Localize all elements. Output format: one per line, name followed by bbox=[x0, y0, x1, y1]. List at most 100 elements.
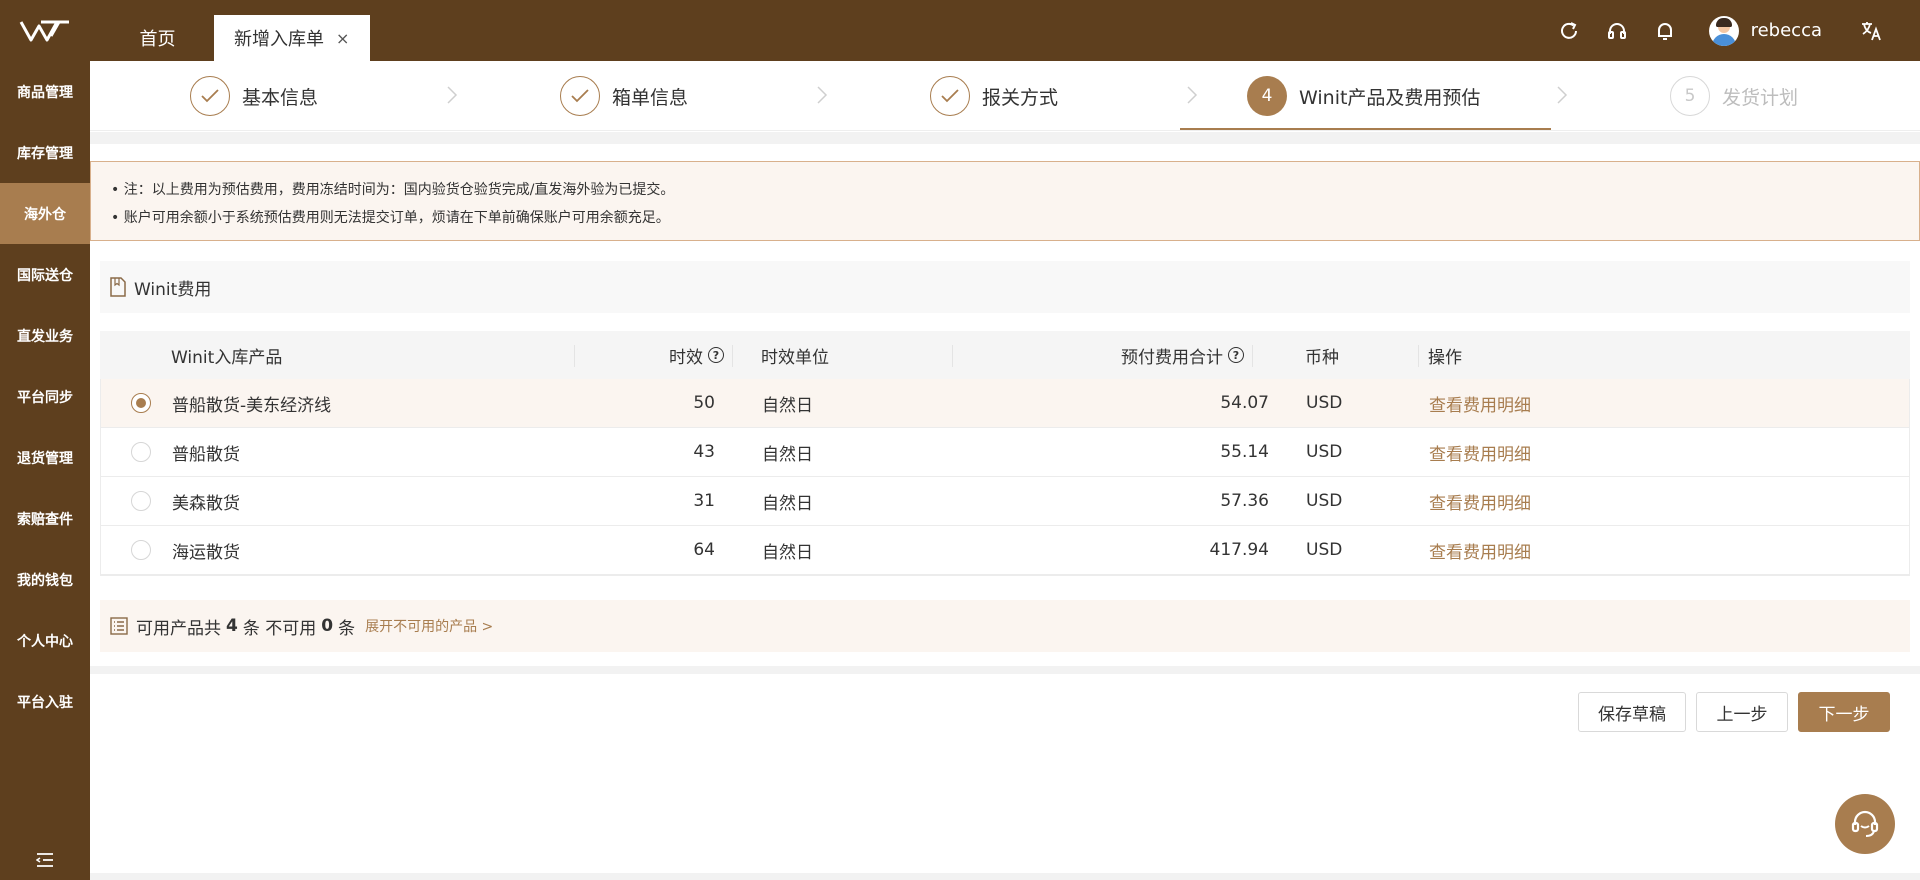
duration-value: 50 bbox=[693, 393, 715, 413]
duration-unit: 自然日 bbox=[762, 493, 813, 514]
step-label: Winit产品及费用预估 bbox=[1299, 86, 1481, 109]
total-fee: 54.07 bbox=[1220, 393, 1269, 413]
sidebar-item-platform-onboarding[interactable]: 平台入驻 bbox=[0, 671, 90, 732]
table-row[interactable]: 美森散货 31 自然日 57.36 USD 查看费用明细 bbox=[101, 477, 1909, 526]
sidebar-item-claims[interactable]: 索赔查件 bbox=[0, 488, 90, 549]
headset-icon[interactable] bbox=[1593, 20, 1641, 42]
product-name: 海运散货 bbox=[172, 542, 240, 563]
chevron-right-icon bbox=[1557, 86, 1568, 104]
sidebar-item-wallet[interactable]: 我的钱包 bbox=[0, 549, 90, 610]
tab-home[interactable]: 首页 bbox=[110, 15, 205, 61]
product-name: 美森散货 bbox=[172, 493, 240, 514]
column-header: 操作 bbox=[1428, 347, 1462, 368]
tab-home-label: 首页 bbox=[139, 29, 176, 50]
check-icon bbox=[560, 76, 600, 116]
customer-service-button[interactable] bbox=[1835, 794, 1895, 854]
total-fee: 417.94 bbox=[1209, 540, 1269, 560]
step-label: 基本信息 bbox=[242, 86, 319, 109]
duration-unit: 自然日 bbox=[762, 542, 813, 563]
summary-mid: 条 不可用 bbox=[242, 618, 317, 639]
column-header: 时效单位 bbox=[761, 347, 829, 368]
notice-box: • 注：以上费用为预估费用，费用冻结时间为：国内验货仓验货完成/直发海外验为已提… bbox=[90, 161, 1920, 241]
step-packing-info[interactable]: 箱单信息 bbox=[560, 61, 688, 131]
sidebar-item-label: 平台同步 bbox=[17, 389, 73, 406]
check-icon bbox=[190, 76, 230, 116]
radio-button[interactable] bbox=[131, 491, 151, 511]
table-row[interactable]: 海运散货 64 自然日 417.94 USD 查看费用明细 bbox=[101, 526, 1909, 575]
username: rebecca bbox=[1750, 20, 1822, 41]
duration-value: 64 bbox=[693, 540, 715, 560]
close-icon[interactable]: × bbox=[336, 29, 349, 48]
step-basic-info[interactable]: 基本信息 bbox=[190, 61, 318, 131]
tab-new-inbound[interactable]: 新增入库单 × bbox=[214, 15, 370, 61]
user-menu[interactable]: rebecca bbox=[1708, 15, 1822, 46]
table-header: Winit入库产品 时效 ? 时效单位 预付费用合计 ? 币种 操作 bbox=[100, 331, 1910, 379]
sidebar-item-label: 退货管理 bbox=[17, 450, 73, 467]
collapse-menu-icon[interactable] bbox=[0, 852, 90, 868]
product-table: Winit入库产品 时效 ? 时效单位 预付费用合计 ? 币种 操作 普船散货-… bbox=[100, 331, 1910, 576]
step-winit-product-fee[interactable]: 4 Winit产品及费用预估 bbox=[1247, 61, 1480, 131]
help-icon[interactable]: ? bbox=[1228, 347, 1244, 363]
duration-unit: 自然日 bbox=[762, 395, 813, 416]
column-header: 币种 bbox=[1305, 347, 1339, 368]
customer-service-icon bbox=[1851, 810, 1879, 837]
column-divider bbox=[1252, 345, 1253, 367]
sidebar-item-returns[interactable]: 退货管理 bbox=[0, 427, 90, 488]
currency: USD bbox=[1306, 491, 1343, 511]
language-icon[interactable] bbox=[1848, 20, 1896, 42]
document-icon bbox=[110, 277, 126, 297]
expand-unavailable-link[interactable]: 展开不可用的产品 > bbox=[365, 616, 493, 636]
bell-icon[interactable] bbox=[1641, 20, 1689, 42]
sidebar-item-direct-shipping[interactable]: 直发业务 bbox=[0, 305, 90, 366]
sidebar-item-label: 海外仓 bbox=[24, 206, 66, 223]
top-bar: 首页 新增入库单 × rebecca bbox=[0, 0, 1920, 61]
sidebar-item-platform-sync[interactable]: 平台同步 bbox=[0, 366, 90, 427]
column-divider bbox=[952, 345, 953, 367]
radio-button[interactable] bbox=[131, 393, 151, 413]
next-step-button[interactable]: 下一步 bbox=[1798, 692, 1890, 732]
check-icon bbox=[930, 76, 970, 116]
chevron-right-icon bbox=[1187, 86, 1198, 104]
sidebar-item-inventory[interactable]: 库存管理 bbox=[0, 122, 90, 183]
sidebar-item-products[interactable]: 商品管理 bbox=[0, 61, 90, 122]
view-fee-detail-link[interactable]: 查看费用明细 bbox=[1429, 379, 1531, 427]
section-title: Winit费用 bbox=[134, 279, 212, 300]
previous-step-button[interactable]: 上一步 bbox=[1696, 692, 1788, 732]
duration-unit: 自然日 bbox=[762, 444, 813, 465]
currency: USD bbox=[1306, 540, 1343, 560]
duration-value: 43 bbox=[693, 442, 715, 462]
refresh-icon[interactable] bbox=[1545, 20, 1593, 42]
summary-suffix: 条 bbox=[338, 618, 356, 639]
column-divider bbox=[574, 345, 575, 367]
step-customs-method[interactable]: 报关方式 bbox=[930, 61, 1058, 131]
top-toolbar: rebecca bbox=[1545, 0, 1920, 61]
help-icon[interactable]: ? bbox=[708, 347, 724, 363]
sidebar-item-international-delivery[interactable]: 国际送仓 bbox=[0, 244, 90, 305]
column-header: 时效 bbox=[669, 347, 703, 368]
table-row[interactable]: 普船散货-美东经济线 50 自然日 54.07 USD 查看费用明细 bbox=[101, 379, 1909, 428]
total-fee: 55.14 bbox=[1220, 442, 1269, 462]
col-currency: 币种 bbox=[1305, 331, 1339, 379]
sidebar-item-overseas-warehouse[interactable]: 海外仓 bbox=[0, 183, 90, 244]
view-fee-detail-link[interactable]: 查看费用明细 bbox=[1429, 526, 1531, 574]
sidebar-item-label: 直发业务 bbox=[17, 328, 73, 345]
product-summary: 可用产品共 4 条 不可用 0 条 展开不可用的产品 > bbox=[100, 600, 1910, 652]
active-step-indicator bbox=[1180, 128, 1551, 130]
sidebar-item-label: 国际送仓 bbox=[17, 267, 73, 284]
view-fee-detail-link[interactable]: 查看费用明细 bbox=[1429, 477, 1531, 525]
save-draft-button[interactable]: 保存草稿 bbox=[1578, 692, 1686, 732]
duration-value: 31 bbox=[693, 491, 715, 511]
step-number: 4 bbox=[1247, 76, 1287, 116]
radio-button[interactable] bbox=[131, 442, 151, 462]
col-product: Winit入库产品 bbox=[171, 331, 282, 379]
column-divider bbox=[732, 345, 733, 367]
table-row[interactable]: 普船散货 43 自然日 55.14 USD 查看费用明细 bbox=[101, 428, 1909, 477]
view-fee-detail-link[interactable]: 查看费用明细 bbox=[1429, 428, 1531, 476]
available-count: 4 bbox=[226, 616, 238, 636]
sidebar-item-profile[interactable]: 个人中心 bbox=[0, 610, 90, 671]
radio-button[interactable] bbox=[131, 540, 151, 560]
step-shipping-plan[interactable]: 5 发货计划 bbox=[1670, 61, 1798, 131]
chevron-right-icon bbox=[817, 86, 828, 104]
winit-logo[interactable] bbox=[0, 0, 90, 61]
unavailable-count: 0 bbox=[321, 616, 334, 636]
